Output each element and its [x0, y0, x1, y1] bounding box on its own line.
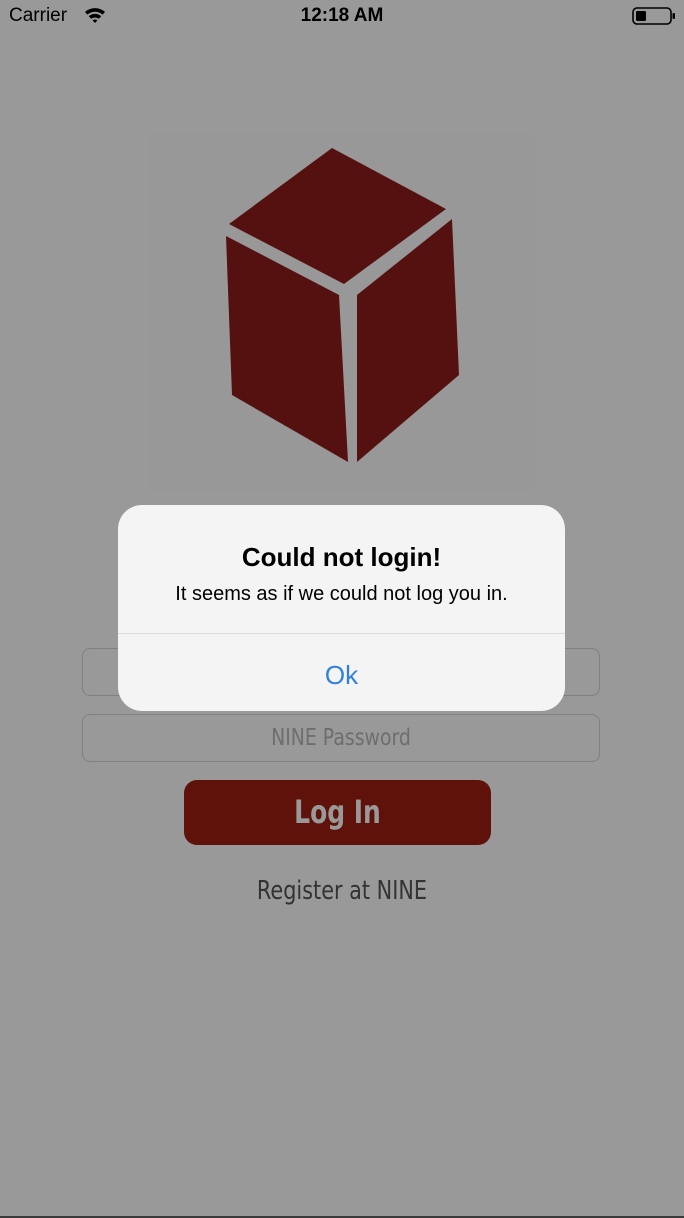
- alert-title: Could not login!: [241, 542, 442, 572]
- login-error-alert: Could not login! It seems as if we could…: [118, 505, 565, 711]
- status-bar: Carrier 12:18 AM: [0, 0, 684, 34]
- battery-icon: [632, 7, 675, 25]
- status-time: 12:18 AM: [300, 5, 384, 26]
- alert-message: It seems as if we could not log you in.: [175, 583, 508, 605]
- alert-ok-button[interactable]: Ok: [118, 634, 565, 711]
- alert-ok-label: Ok: [324, 660, 359, 690]
